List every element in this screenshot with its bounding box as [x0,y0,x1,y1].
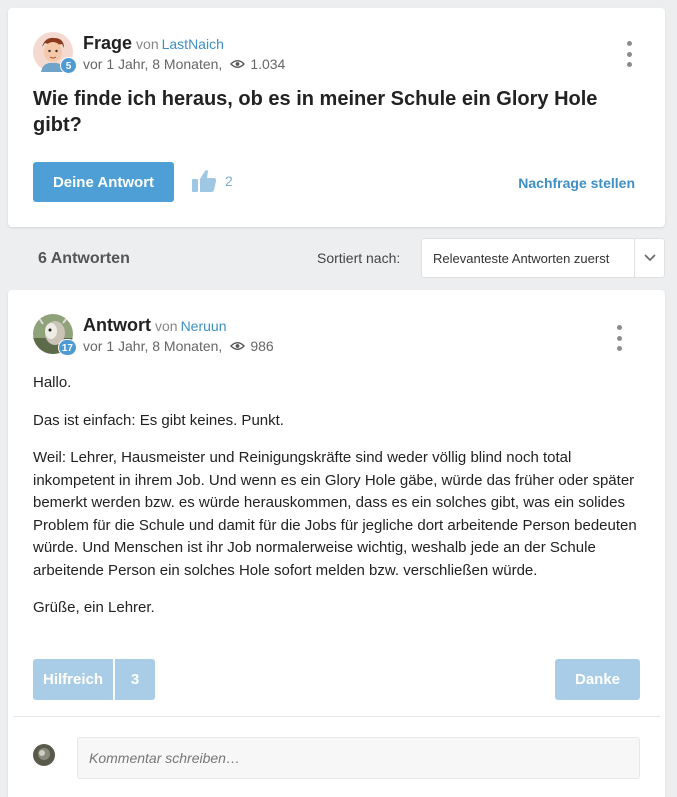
von-label: von [136,36,159,52]
answer-author-avatar[interactable]: 17 [33,314,77,356]
sort-value: Relevanteste Antworten zuerst [433,250,610,266]
helpful-button[interactable]: Hilfreich 3 [33,659,155,700]
von-label: von [154,318,178,334]
question-title: Wie finde ich heraus, ob es in meiner Sc… [33,88,598,136]
eye-icon [230,342,246,350]
like-count: 2 [225,173,233,189]
comment-input[interactable] [77,737,640,779]
answer-body: Hallo. Das ist einfach: Es gibt keines. … [33,372,643,635]
answer-paragraph: Hallo. [33,374,72,391]
answer-meta-sub: vor 1 Jahr, 8 Monaten, 986 [83,338,274,354]
thanks-button[interactable]: Danke [555,659,640,700]
level-badge: 17 [57,339,77,356]
author-link[interactable]: LastNaich [162,36,224,52]
answers-count: 6 Antworten [38,250,130,267]
question-meta-sub: vor 1 Jahr, 8 Monaten, 1.034 [83,56,285,72]
answer-paragraph: Weil: Lehrer, Hausmeister und Reinigungs… [33,449,637,579]
answer-card: 17 Antwort von Neruun vor 1 Jahr, 8 Monate… [8,290,665,797]
helpful-label: Hilfreich [33,659,113,700]
kebab-menu-icon[interactable] [613,325,625,351]
chevron-down-icon [634,239,664,277]
eye-icon [230,60,246,68]
post-type-label: Frage [83,33,133,53]
answer-button[interactable]: Deine Antwort [33,162,174,202]
answer-paragraph: Das ist einfach: Es gibt keines. Punkt. [33,411,284,429]
sort-label: Sortiert nach: [317,250,401,266]
divider [13,716,660,717]
answer-meta-title: Antwort von Neruun [83,315,226,336]
sort-select[interactable]: Relevanteste Antworten zuerst [421,238,665,278]
post-type-label: Antwort [83,315,151,335]
kebab-menu-icon[interactable] [623,41,635,67]
helpful-count: 3 [115,659,155,700]
followup-link[interactable]: Nachfrage stellen [518,175,635,191]
post-time: vor 1 Jahr, 8 Monaten, [83,56,223,72]
question-author-avatar[interactable]: 5 [33,32,77,74]
post-time: vor 1 Jahr, 8 Monaten, [83,338,223,354]
author-link[interactable]: Neruun [181,318,227,334]
question-meta-title: Frage von LastNaich [83,33,224,54]
view-count: 1.034 [250,56,286,72]
question-card: 5 Frage von LastNaich vor 1 Jahr, 8 Monate… [8,8,665,227]
view-count: 986 [250,338,274,354]
answer-paragraph: Grüße, ein Lehrer. [33,599,155,616]
user-avatar-icon [33,744,55,766]
level-badge: 5 [60,57,77,74]
like-button[interactable]: 2 [191,168,233,194]
thumbs-up-icon [192,170,217,192]
